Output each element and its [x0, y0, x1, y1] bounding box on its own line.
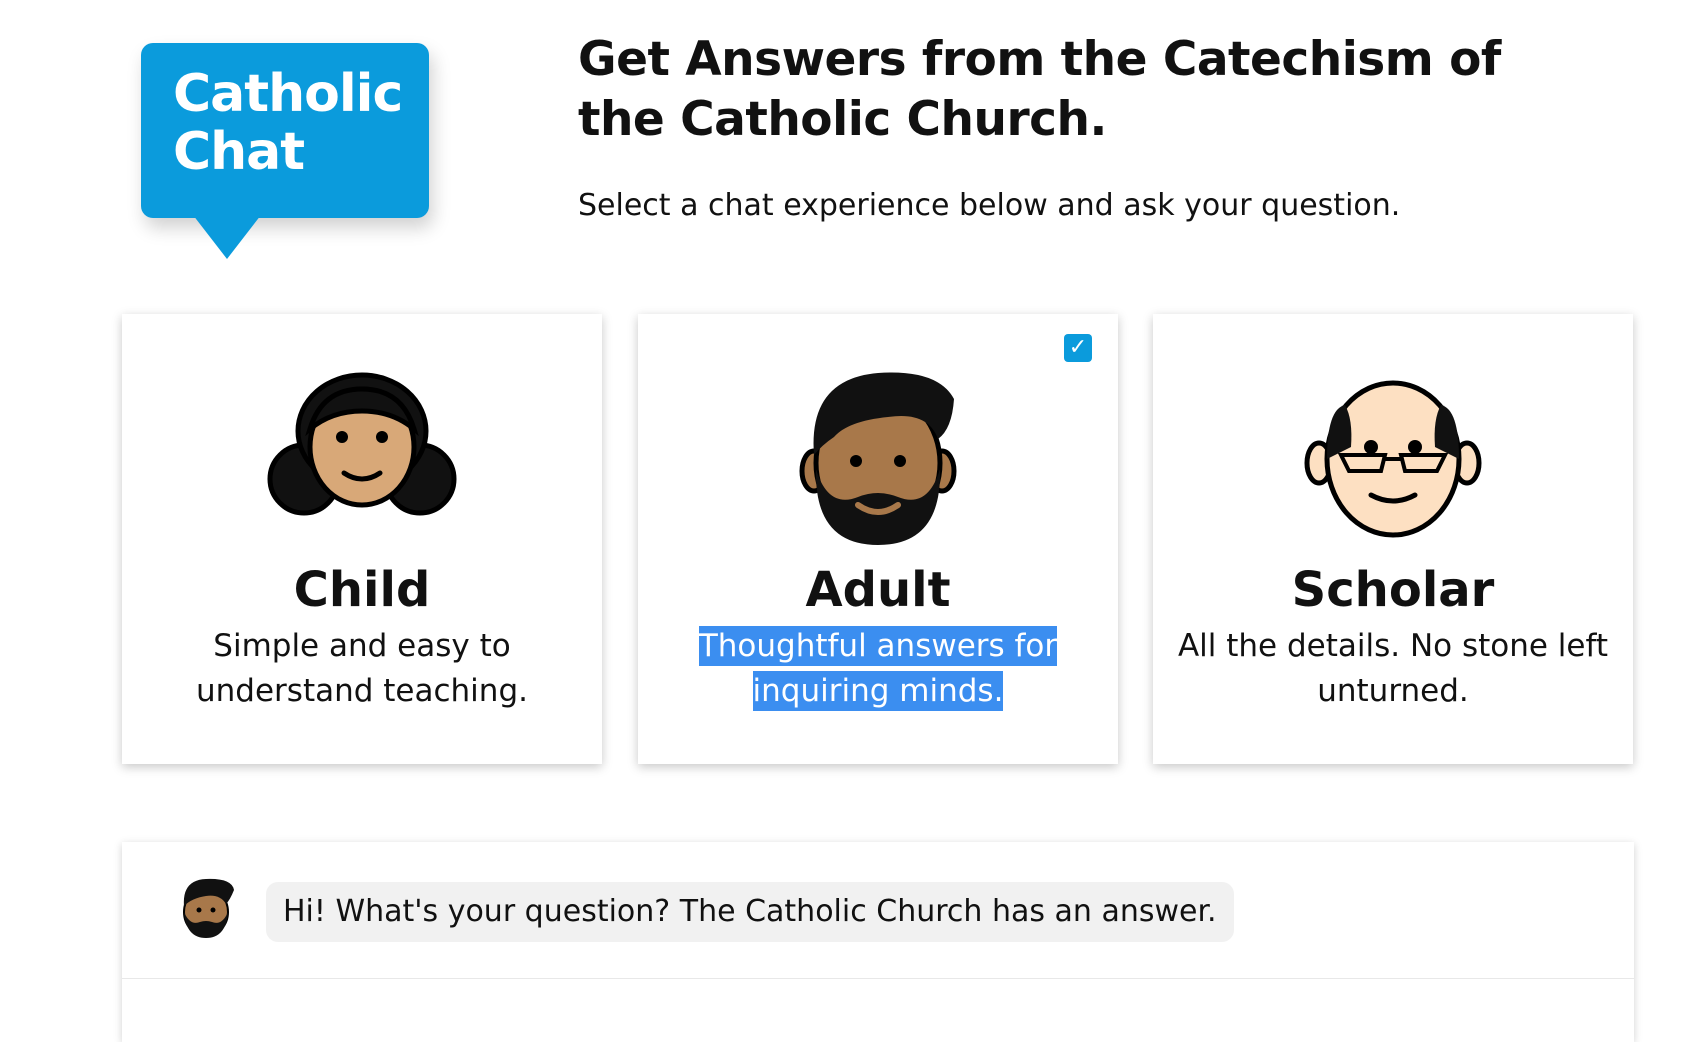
- chat-divider: [122, 978, 1634, 979]
- card-title-scholar: Scholar: [1291, 562, 1495, 618]
- chat-panel: Hi! What's your question? The Catholic C…: [122, 842, 1634, 1042]
- logo-bubble-tail: [193, 215, 261, 259]
- logo-line-2: Chat: [173, 122, 305, 182]
- card-desc-scholar: All the details. No stone left unturned.: [1177, 628, 1609, 709]
- experience-card-child[interactable]: Child Simple and easy to understand teac…: [122, 314, 602, 764]
- bald-man-glasses-face-icon: [1304, 380, 1482, 538]
- selected-text-highlight: Thoughtful answers for inquiring minds.: [698, 626, 1058, 711]
- logo-text: Catholic Chat: [173, 64, 403, 182]
- bot-avatar-icon: [183, 878, 234, 938]
- card-desc-adult: Thoughtful answers for inquiring minds.: [658, 624, 1098, 714]
- card-desc-child: Simple and easy to understand teaching.: [196, 628, 528, 709]
- catholic-chat-logo[interactable]: Catholic Chat: [141, 43, 429, 265]
- selected-checkbox[interactable]: ✓: [1064, 334, 1092, 362]
- bearded-man-face-icon: [799, 372, 957, 545]
- girl-face-icon: [267, 372, 457, 516]
- logo-line-1: Catholic: [173, 64, 403, 124]
- card-title-adult: Adult: [805, 562, 951, 618]
- card-title-child: Child: [293, 562, 431, 618]
- experience-card-scholar[interactable]: Scholar All the details. No stone left u…: [1153, 314, 1633, 764]
- page-title: Get Answers from the Catechism of the Ca…: [578, 32, 1501, 147]
- chat-greeting-bubble: Hi! What's your question? The Catholic C…: [266, 882, 1234, 942]
- page-subtitle: Select a chat experience below and ask y…: [578, 188, 1401, 223]
- experience-card-adult[interactable]: ✓ Adult Thoughtful answers for inquiring…: [638, 314, 1118, 764]
